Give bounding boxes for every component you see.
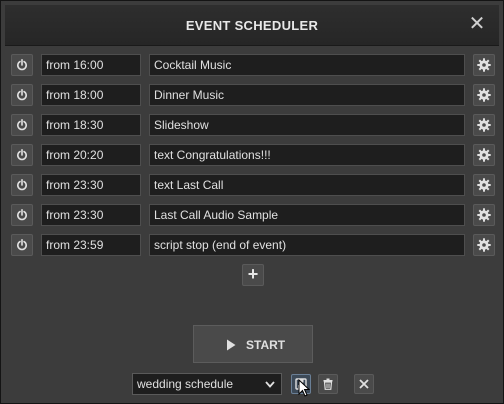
- event-time-field[interactable]: from 16:00: [41, 54, 141, 76]
- power-toggle-button[interactable]: [11, 54, 33, 76]
- event-action-field[interactable]: Dinner Music: [149, 84, 465, 106]
- event-row: from 18:00 Dinner Music: [11, 84, 495, 106]
- event-scheduler-window: EVENT SCHEDULER ✕ from 16:00 Cocktail Mu…: [0, 0, 504, 404]
- close-icon[interactable]: ✕: [467, 14, 487, 34]
- event-settings-button[interactable]: [473, 54, 495, 76]
- schedule-select-value: wedding schedule: [137, 377, 234, 391]
- event-row: from 23:59 script stop (end of event): [11, 234, 495, 256]
- event-settings-button[interactable]: [473, 204, 495, 226]
- power-icon: [17, 179, 27, 191]
- power-toggle-button[interactable]: [11, 204, 33, 226]
- event-action-field[interactable]: script stop (end of event): [149, 234, 465, 256]
- gear-icon: [477, 58, 491, 72]
- event-settings-button[interactable]: [473, 234, 495, 256]
- event-settings-button[interactable]: [473, 174, 495, 196]
- close-icon: [359, 379, 369, 389]
- save-icon: [295, 378, 307, 390]
- event-time-field[interactable]: from 23:30: [41, 204, 141, 226]
- start-button[interactable]: START: [193, 325, 313, 363]
- trash-icon: [323, 378, 333, 390]
- add-event-button[interactable]: +: [242, 264, 264, 286]
- power-icon: [17, 149, 27, 161]
- event-settings-button[interactable]: [473, 114, 495, 136]
- gear-icon: [477, 88, 491, 102]
- gear-icon: [477, 178, 491, 192]
- gear-icon: [477, 238, 491, 252]
- power-toggle-button[interactable]: [11, 84, 33, 106]
- play-icon: [227, 339, 236, 351]
- event-action-field[interactable]: text Congratulations!!!: [149, 144, 465, 166]
- save-schedule-button[interactable]: [291, 374, 311, 394]
- event-settings-button[interactable]: [473, 84, 495, 106]
- schedule-select[interactable]: wedding schedule: [132, 373, 282, 395]
- event-action-field[interactable]: Last Call Audio Sample: [149, 204, 465, 226]
- gear-icon: [477, 148, 491, 162]
- start-button-label: START: [246, 338, 286, 352]
- power-icon: [17, 59, 27, 71]
- power-icon: [17, 119, 27, 131]
- power-toggle-button[interactable]: [11, 234, 33, 256]
- chevron-down-icon: [265, 381, 275, 388]
- event-time-field[interactable]: from 23:59: [41, 234, 141, 256]
- gear-icon: [477, 208, 491, 222]
- event-time-field[interactable]: from 18:00: [41, 84, 141, 106]
- event-action-field[interactable]: Slideshow: [149, 114, 465, 136]
- event-action-field[interactable]: text Last Call: [149, 174, 465, 196]
- gear-icon: [477, 118, 491, 132]
- power-toggle-button[interactable]: [11, 174, 33, 196]
- event-action-field[interactable]: Cocktail Music: [149, 54, 465, 76]
- event-row: from 16:00 Cocktail Music: [11, 54, 495, 76]
- title-bar: EVENT SCHEDULER ✕: [5, 5, 499, 46]
- event-time-field[interactable]: from 18:30: [41, 114, 141, 136]
- discard-schedule-button[interactable]: [354, 374, 374, 394]
- event-row: from 20:20 text Congratulations!!!: [11, 144, 495, 166]
- event-row: from 23:30 Last Call Audio Sample: [11, 204, 495, 226]
- power-icon: [17, 89, 27, 101]
- power-toggle-button[interactable]: [11, 114, 33, 136]
- event-row: from 23:30 text Last Call: [11, 174, 495, 196]
- event-row: from 18:30 Slideshow: [11, 114, 495, 136]
- event-time-field[interactable]: from 20:20: [41, 144, 141, 166]
- window-title: EVENT SCHEDULER: [185, 18, 319, 33]
- delete-schedule-button[interactable]: [318, 374, 338, 394]
- event-settings-button[interactable]: [473, 144, 495, 166]
- power-icon: [17, 239, 27, 251]
- event-time-field[interactable]: from 23:30: [41, 174, 141, 196]
- power-toggle-button[interactable]: [11, 144, 33, 166]
- power-icon: [17, 209, 27, 221]
